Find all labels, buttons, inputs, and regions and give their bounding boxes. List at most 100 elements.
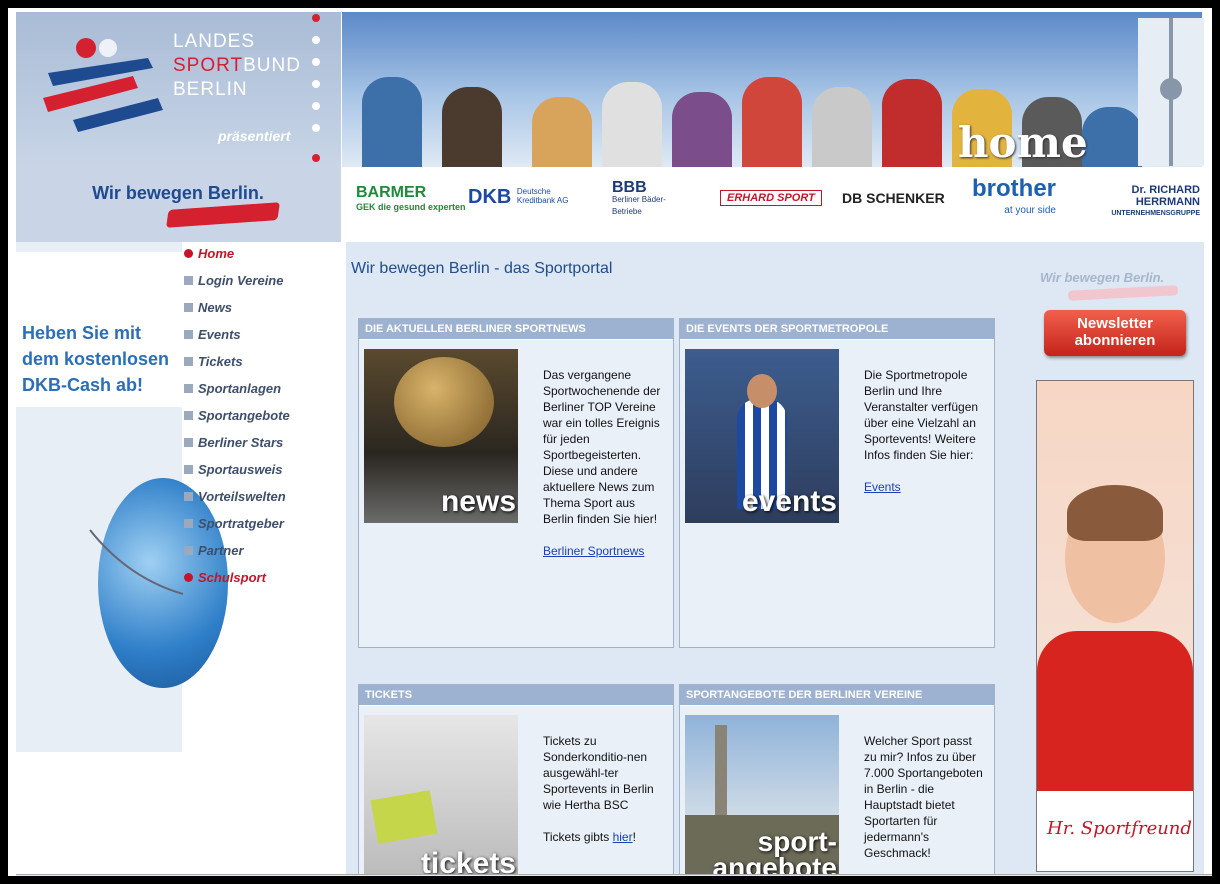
bullet-icon [184,384,193,393]
bullet-icon [184,492,193,501]
nav-item-sportangebote[interactable]: Sportangebote [184,402,346,429]
events-box: DIE EVENTS DER SPORTMETROPOLE events Die… [679,318,995,648]
bullet-icon [184,519,193,528]
newsletter-button[interactable]: Newsletter abonnieren [1044,310,1186,356]
events-image[interactable]: events [685,349,839,523]
sponsor-name: BARMER [356,184,427,201]
page-title: Wir bewegen Berlin - das Sportportal [351,260,613,277]
bullet-icon [184,276,193,285]
divider-dot [312,80,320,88]
tickets-box-heading: TICKETS [359,685,673,706]
sponsor-bar: BARMER GEK die gesund experten DKB Deuts… [342,168,1202,243]
main-nav: Home Login Vereine News Events Tickets S… [184,240,346,591]
tickets-gibts-text: Tickets gibts [543,830,613,844]
logo-wordmark: LANDES SPORTBUND BERLIN [173,30,301,102]
sportangebote-box-text: Welcher Sport passt zu mir? Infos zu übe… [864,733,984,861]
events-image-label: events [741,485,837,518]
nav-label: Sportratgeber [198,516,284,531]
hero-figure [532,97,592,167]
sponsor-name: brother [972,175,1056,202]
nav-label: Sportangebote [198,408,290,423]
nav-item-news[interactable]: News [184,294,346,321]
sportangebote-box-heading: SPORTANGEBOTE DER BERLINER VEREINE [680,685,994,706]
sponsor-sub: at your side [1004,205,1056,216]
events-box-text: Die Sportmetropole Berlin und Ihre Veran… [864,367,984,495]
newsletter-label-1: Newsletter [1077,315,1153,332]
tickets-exclamation: ! [632,830,636,844]
nav-item-sportratgeber[interactable]: Sportratgeber [184,510,346,537]
sponsor-schenker[interactable]: DB SCHENKER [842,190,945,206]
sportangebote-image[interactable]: sport- angebote [685,715,839,876]
nav-item-vorteilswelten[interactable]: Vorteilswelten [184,483,346,510]
ad-signature: Hr. Sportfreund [1047,818,1192,839]
sponsor-name: DKB [468,186,512,208]
hero-figure [742,77,802,167]
sportangebote-image-label: sport- angebote [713,828,837,877]
nav-item-sportausweis[interactable]: Sportausweis [184,456,346,483]
divider-dot [312,36,320,44]
dot-divider [312,14,324,164]
sponsor-bbb[interactable]: BBB Berliner Bäder-Betriebe [612,180,672,218]
nav-item-sportanlagen[interactable]: Sportanlagen [184,375,346,402]
sponsor-barmer[interactable]: BARMER GEK die gesund experten [356,184,466,214]
sponsor-sub: Berliner Bäder-Betriebe [612,195,666,216]
bullet-icon [184,249,193,258]
news-box-text: Das vergangene Sportwochenende der Berli… [543,367,663,559]
sportangebote-box: SPORTANGEBOTE DER BERLINER VEREINE sport… [679,684,995,876]
dkb-promo-text[interactable]: Heben Sie mit dem kostenlosen DKB-Cash a… [22,320,172,398]
divider-dot [312,14,320,22]
news-description: Das vergangene Sportwochenende der Berli… [543,368,661,526]
sponsor-dkb[interactable]: DKB Deutsche Kreditbank AG [468,186,577,209]
nav-item-tickets[interactable]: Tickets [184,348,346,375]
nav-label: News [198,300,232,315]
sponsor-sub: GEK die gesund experten [356,202,466,212]
right-slogan: Wir bewegen Berlin. [1040,270,1165,285]
praesentiert-label: präsentiert [218,128,291,144]
bullet-icon [184,465,193,474]
logo-line-sportbund: SPORTBUND [173,54,301,78]
browser-viewport: LANDES SPORTBUND BERLIN präsentiert Wir … [8,8,1212,876]
divider-dot [312,102,320,110]
news-box: DIE AKTUELLEN BERLINER SPORTNEWS news Da… [358,318,674,648]
sponsor-sub: Deutsche Kreditbank AG [516,187,569,205]
nav-label: Berliner Stars [198,435,284,450]
bullet-icon [184,303,193,312]
tickets-box-text: Tickets zu Sonderkonditio-nen ausgewähl-… [543,733,663,845]
hero-home-label: home [958,118,1088,167]
tickets-hier-link[interactable]: hier [613,830,633,844]
nav-label: Events [198,327,241,342]
slogan: Wir bewegen Berlin. [92,183,264,203]
bullet-icon [184,330,193,339]
olympic-tower-shape [715,725,727,815]
nav-item-partner[interactable]: Partner [184,537,346,564]
nav-label: Tickets [198,354,243,369]
bullet-icon [184,573,193,582]
nav-label: Login Vereine [198,273,284,288]
bullet-icon [184,546,193,555]
bullet-icon [184,411,193,420]
tickets-image[interactable]: tickets [364,715,518,876]
logo-line-berlin: BERLIN [173,79,248,100]
nav-item-schulsport[interactable]: Schulsport [184,564,346,591]
hero-figure [1082,107,1142,167]
nav-item-berliner-stars[interactable]: Berliner Stars [184,429,346,456]
nav-item-home[interactable]: Home [184,240,346,267]
sponsor-brother[interactable]: brother at your side [972,175,1056,222]
sponsor-sub: UNTERNEHMENSGRUPPE [1111,210,1200,217]
news-image[interactable]: news [364,349,518,523]
events-link[interactable]: Events [864,480,901,494]
berliner-sportnews-link[interactable]: Berliner Sportnews [543,544,644,558]
nav-item-events[interactable]: Events [184,321,346,348]
logo-line-landes: LANDES [173,31,256,52]
sponsor-erhard[interactable]: ERHARD SPORT [720,190,822,206]
hero-figure [442,87,502,167]
plane-trail-icon [89,529,184,595]
lsb-logo-icon[interactable] [38,28,168,138]
hero-figure [812,87,872,167]
sportfreund-ad[interactable]: Hr. Sportfreund [1036,380,1194,872]
football-shape [394,357,494,447]
tickets-image-label: tickets [420,847,516,876]
nav-item-login-vereine[interactable]: Login Vereine [184,267,346,294]
nav-label: Home [198,246,235,261]
sponsor-herrmann[interactable]: Dr. RICHARD HERRMANN UNTERNEHMENSGRUPPE [1088,184,1200,220]
